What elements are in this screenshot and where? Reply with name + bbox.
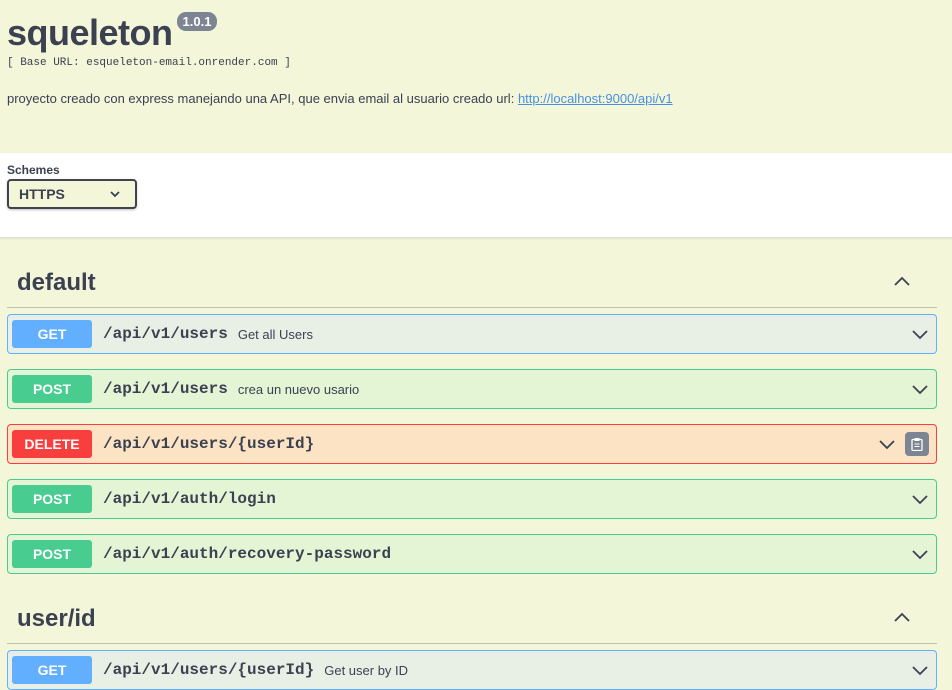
- clipboard-icon: [911, 438, 923, 451]
- operation-controls: [910, 379, 932, 399]
- tag-collapse-toggle[interactable]: [892, 608, 912, 633]
- tag-section-user-id: user/id GET /api/v1/users/{userId} Get u…: [7, 589, 937, 690]
- chevron-down-icon[interactable]: [910, 660, 930, 680]
- tag-name: default: [17, 269, 96, 296]
- description-text: proyecto creado con express manejando un…: [7, 91, 515, 106]
- operation-path: /api/v1/users: [103, 380, 228, 398]
- schemes-selected-value: HTTPS: [19, 186, 65, 202]
- method-badge: GET: [12, 656, 92, 684]
- operation-controls: [910, 489, 932, 509]
- chevron-down-icon[interactable]: [910, 324, 930, 344]
- title-row: squeleton 1.0.1: [7, 12, 945, 51]
- method-badge: POST: [12, 540, 92, 568]
- chevron-down-icon[interactable]: [877, 434, 897, 454]
- operation-path: /api/v1/auth/recovery-password: [103, 545, 392, 563]
- api-info: squeleton 1.0.1 [ Base URL: esqueleton-e…: [0, 0, 952, 153]
- api-link[interactable]: http://localhost:9000/api/v1: [518, 91, 673, 106]
- tag-collapse-toggle[interactable]: [892, 272, 912, 297]
- operation-get-user-by-id[interactable]: GET /api/v1/users/{userId} Get user by I…: [7, 650, 937, 690]
- version-badge: 1.0.1: [176, 12, 218, 31]
- tag-header-default[interactable]: default: [7, 238, 937, 308]
- method-badge: GET: [12, 320, 92, 348]
- chevron-up-icon: [894, 612, 910, 622]
- operation-path: /api/v1/users/{userId}: [103, 661, 315, 679]
- operation-summary: crea un nuevo usario: [237, 381, 360, 397]
- tag-name: user/id: [17, 605, 96, 632]
- chevron-down-icon[interactable]: [910, 544, 930, 564]
- operation-summary: Get user by ID: [324, 662, 409, 678]
- operation-path: /api/v1/auth/login: [103, 490, 276, 508]
- operation-path: /api/v1/users: [103, 325, 228, 343]
- operation-controls: [877, 432, 932, 456]
- tag-section-default: default GET /api/v1/users Get all Users …: [7, 238, 937, 574]
- operation-controls: [910, 324, 932, 344]
- schemes-select[interactable]: HTTPS: [7, 179, 137, 209]
- schemes-label: Schemes: [7, 163, 60, 177]
- operation-controls: [910, 544, 932, 564]
- tag-header-user-id[interactable]: user/id: [7, 589, 937, 644]
- copy-to-clipboard-button[interactable]: [905, 432, 929, 456]
- chevron-down-icon[interactable]: [910, 379, 930, 399]
- operation-post-login[interactable]: POST /api/v1/auth/login: [7, 479, 937, 519]
- operation-delete-user[interactable]: DELETE /api/v1/users/{userId}: [7, 424, 937, 464]
- api-description: proyecto creado con express manejando un…: [7, 91, 945, 106]
- operation-controls: [910, 660, 932, 680]
- base-url: [ Base URL: esqueleton-email.onrender.co…: [7, 57, 291, 69]
- method-badge: POST: [12, 485, 92, 513]
- chevron-down-icon[interactable]: [910, 489, 930, 509]
- operation-post-users[interactable]: POST /api/v1/users crea un nuevo usario: [7, 369, 937, 409]
- operation-summary: Get all Users: [237, 326, 313, 342]
- schemes-container: Schemes HTTPS: [0, 153, 952, 238]
- operation-post-recovery-password[interactable]: POST /api/v1/auth/recovery-password: [7, 534, 937, 574]
- operation-path: /api/v1/users/{userId}: [103, 435, 315, 453]
- method-badge: DELETE: [12, 430, 92, 458]
- chevron-up-icon: [894, 276, 910, 286]
- api-title: squeleton: [7, 12, 173, 53]
- operation-get-users[interactable]: GET /api/v1/users Get all Users: [7, 314, 937, 354]
- method-badge: POST: [12, 375, 92, 403]
- chevron-down-icon: [110, 191, 120, 198]
